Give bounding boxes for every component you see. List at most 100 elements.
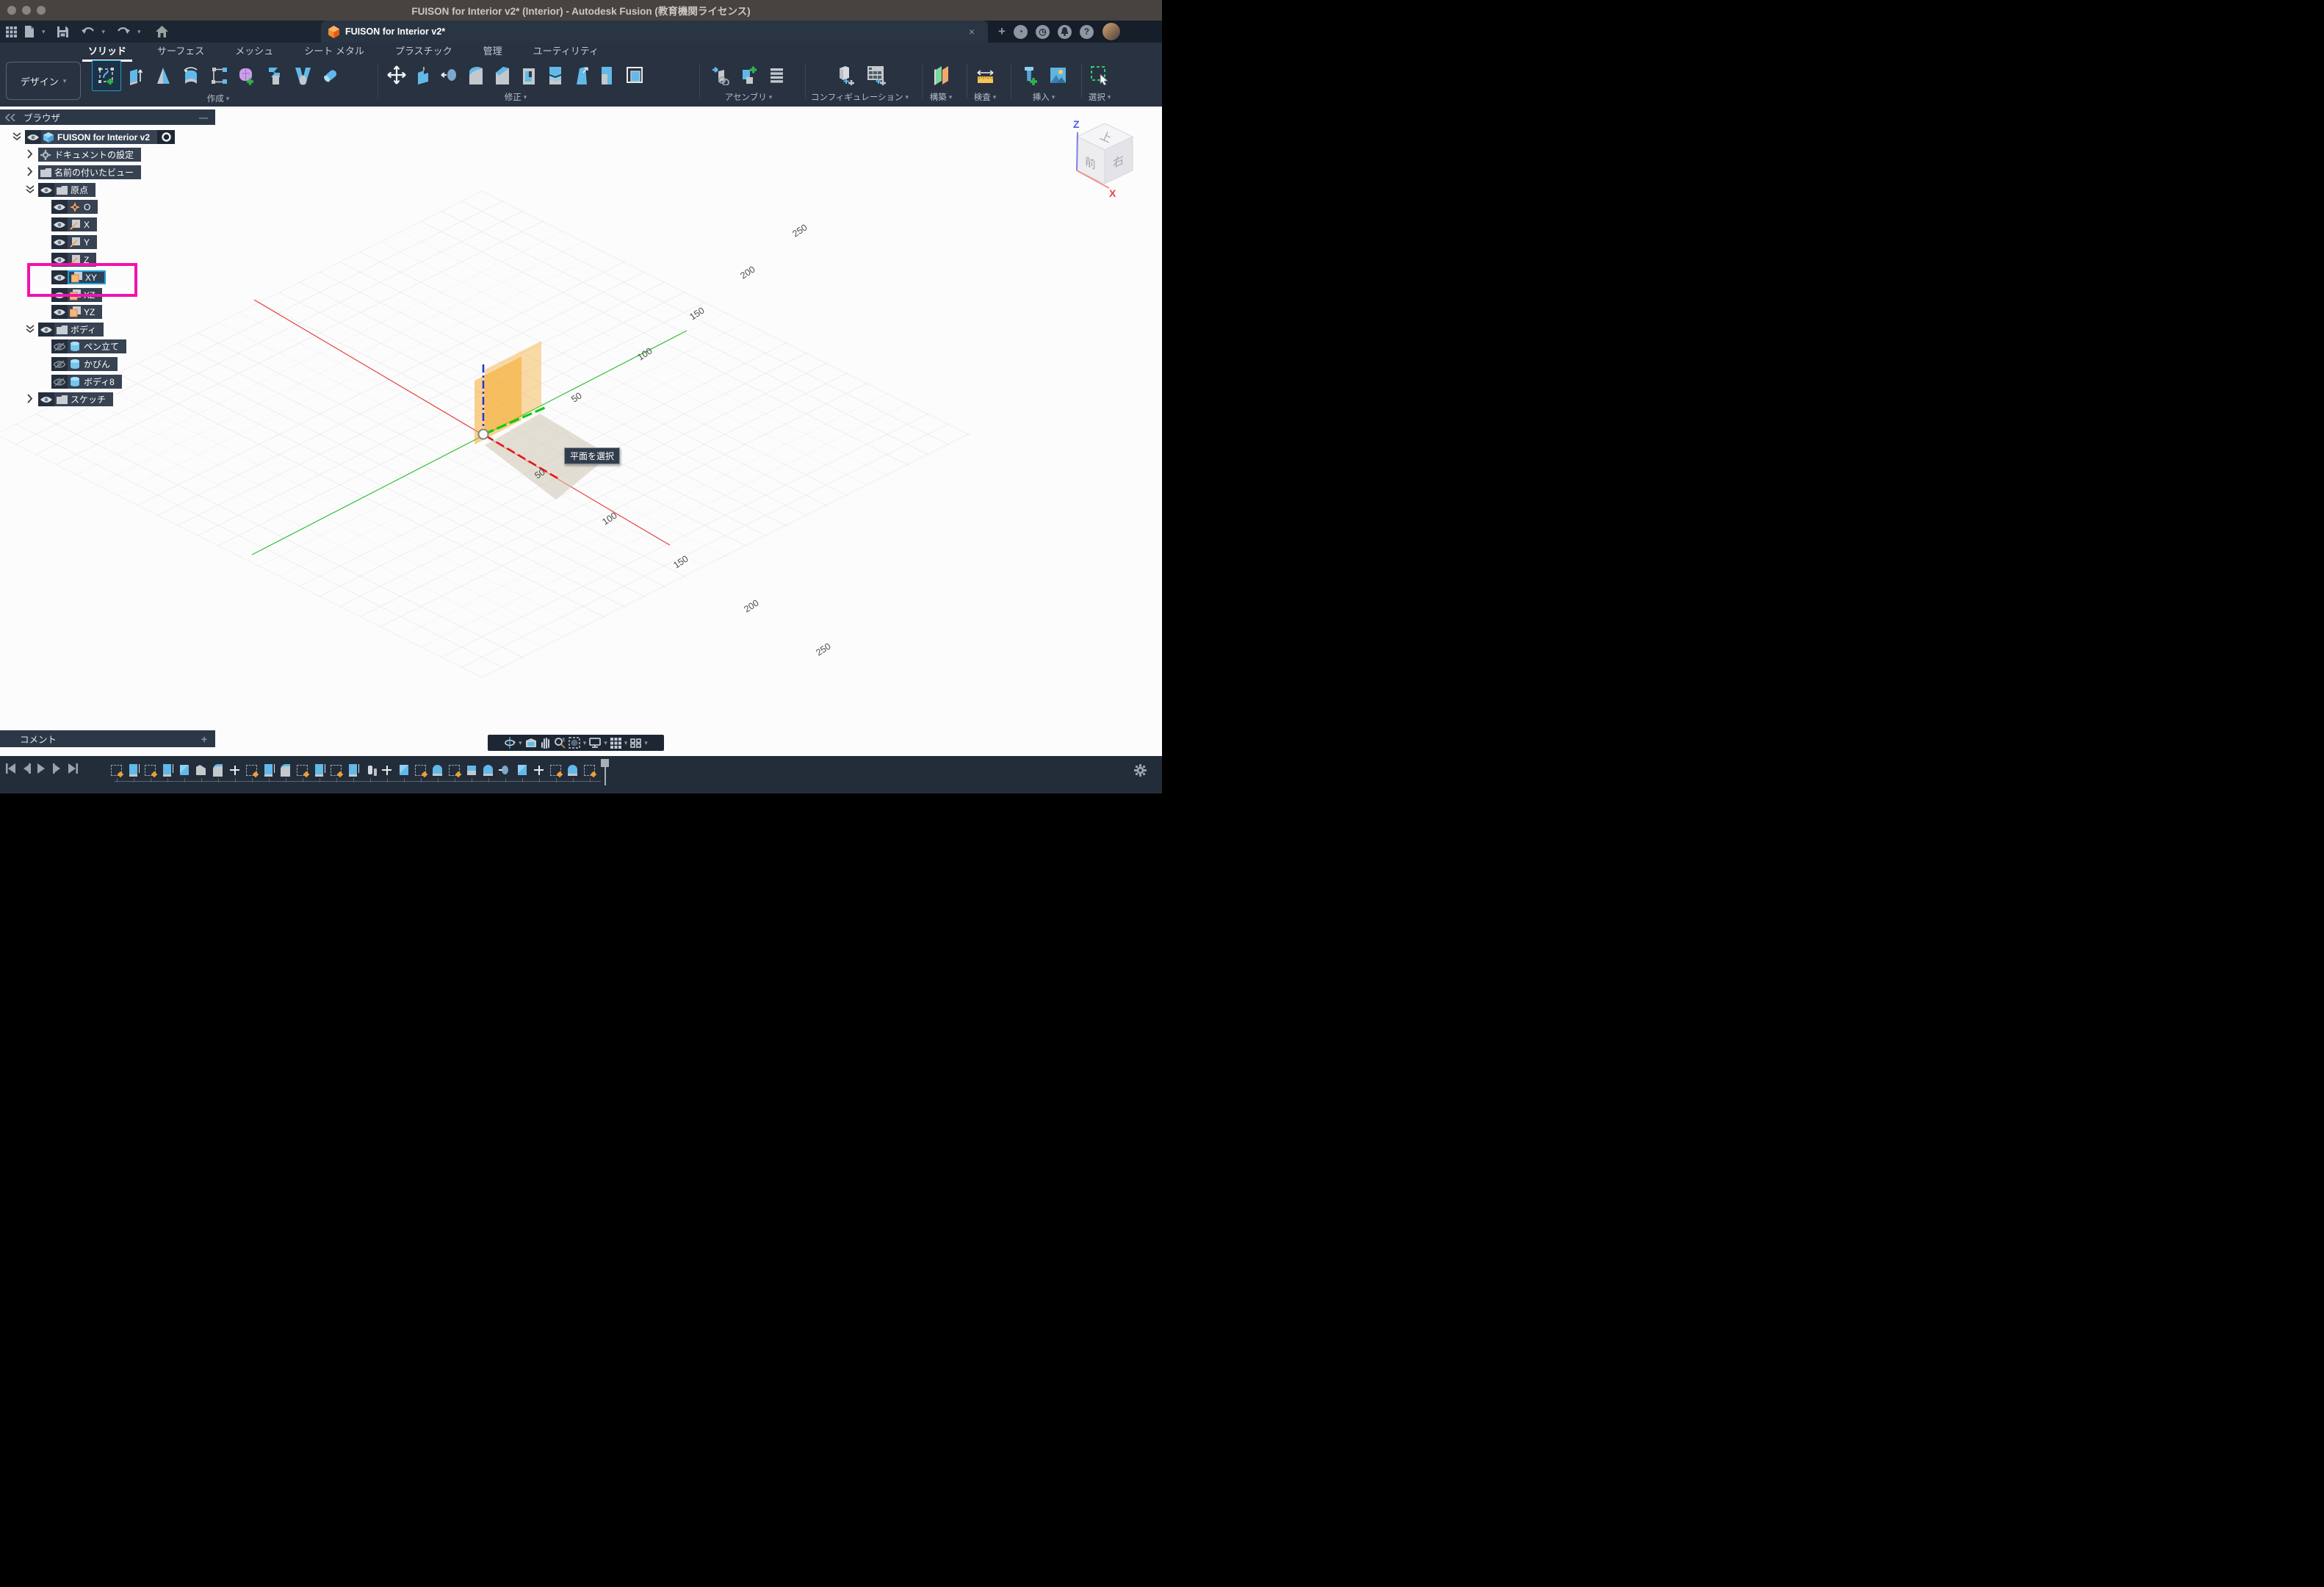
insert-fastener-button[interactable] xyxy=(1016,60,1044,90)
tree-row-label[interactable]: FUISON for Interior v2 xyxy=(56,132,157,143)
tree-row-ドキュメントの設定[interactable]: ドキュメントの設定 xyxy=(38,148,141,162)
tree-row-label[interactable]: ボディ8 xyxy=(82,375,122,388)
origin-point[interactable] xyxy=(479,430,488,439)
play-icon[interactable] xyxy=(37,763,46,774)
timeline-feature-move-icon[interactable] xyxy=(533,763,545,777)
timeline-feature-fillet-icon[interactable] xyxy=(279,763,292,777)
timeline-playhead[interactable] xyxy=(601,759,609,785)
eye-visible-icon[interactable] xyxy=(38,183,54,197)
avatar[interactable] xyxy=(1102,22,1121,41)
display-settings-icon[interactable] xyxy=(589,738,601,748)
undo-icon[interactable] xyxy=(82,26,95,37)
group-assemble-dropdown[interactable]: アセンブリ▾ xyxy=(725,91,772,103)
tree-row-label[interactable]: ペン立て xyxy=(82,340,126,353)
chevron-right-icon[interactable] xyxy=(26,394,35,404)
timeline-feature-fillet-icon[interactable] xyxy=(212,763,224,777)
timeline-feature-revolve-icon[interactable] xyxy=(482,763,494,777)
chevron-right-icon[interactable] xyxy=(26,167,35,177)
group-configure-dropdown[interactable]: コンフィギュレーション▾ xyxy=(811,91,909,103)
press-pull-button[interactable] xyxy=(410,60,436,90)
group-select-dropdown[interactable]: 選択▾ xyxy=(1089,91,1111,103)
file-new-icon[interactable] xyxy=(24,26,35,37)
timeline-settings-gear-icon[interactable] xyxy=(1134,764,1147,777)
tree-row-Y[interactable]: Y xyxy=(51,235,97,249)
create-sketch-button[interactable] xyxy=(92,60,121,91)
construction-plane-button[interactable] xyxy=(927,60,955,90)
close-tab-icon[interactable]: × xyxy=(969,26,975,37)
configuration-table-button[interactable] xyxy=(860,60,891,90)
save-icon[interactable] xyxy=(57,26,68,37)
tree-row-label[interactable]: ボディ xyxy=(69,323,104,336)
timeline-feature-sketch-icon[interactable] xyxy=(448,763,461,777)
group-construct-dropdown[interactable]: 構築▾ xyxy=(930,91,953,103)
viewcube[interactable]: Z X 上 前 右 xyxy=(1067,116,1151,198)
zoom-icon[interactable]: ± xyxy=(554,737,566,749)
tree-row-ペン立て[interactable]: ペン立て xyxy=(51,339,126,353)
tree-row-label[interactable]: 名前の付いたビュー xyxy=(53,166,141,179)
move-button[interactable] xyxy=(383,60,410,90)
timeline-feature-combine-icon[interactable] xyxy=(465,763,477,777)
combine-button[interactable] xyxy=(542,60,569,90)
timeline-feature-sketch-icon[interactable] xyxy=(414,763,427,777)
tree-row-label[interactable]: YZ xyxy=(82,307,102,317)
tab-solid[interactable]: ソリッド xyxy=(82,42,132,60)
select-button[interactable] xyxy=(1086,60,1114,90)
tree-row-O[interactable]: O xyxy=(51,200,98,214)
insert-canvas-button[interactable] xyxy=(1044,60,1072,90)
timeline-feature-sketch-icon[interactable] xyxy=(144,763,156,777)
eye-visible-icon[interactable] xyxy=(51,200,68,214)
undo-menu-caret-icon[interactable]: ▾ xyxy=(102,29,106,35)
revolve-button[interactable] xyxy=(149,61,177,90)
add-comment-icon[interactable]: + xyxy=(201,733,207,745)
group-inspect-dropdown[interactable]: 検査▾ xyxy=(974,91,997,103)
timeline-feature-revolve-icon[interactable] xyxy=(431,763,444,777)
tree-row-label[interactable]: O xyxy=(82,202,98,212)
tab-surface[interactable]: サーフェス xyxy=(151,42,210,60)
loft-button[interactable] xyxy=(261,61,289,90)
eye-visible-icon[interactable] xyxy=(51,235,68,249)
notifications-icon[interactable] xyxy=(1058,25,1072,39)
redo-menu-caret-icon[interactable]: ▾ xyxy=(137,29,141,35)
split-body-button[interactable] xyxy=(621,60,648,90)
insert-into-design-button[interactable] xyxy=(707,60,735,90)
fillet-button[interactable] xyxy=(463,60,489,90)
orbit-menu-caret-icon[interactable]: ▾ xyxy=(519,740,522,746)
tree-row-X[interactable]: X xyxy=(51,217,97,231)
tree-row-label[interactable]: スケッチ xyxy=(69,393,113,406)
extrude-button[interactable] xyxy=(121,61,149,90)
activate-component-icon[interactable] xyxy=(157,130,175,144)
minimize-panel-icon[interactable]: — xyxy=(199,112,208,123)
timeline-feature-move-icon[interactable] xyxy=(380,763,393,777)
eye-hidden-icon[interactable] xyxy=(51,375,68,389)
group-create-dropdown[interactable]: 作成▾ xyxy=(207,93,230,104)
rib-button[interactable] xyxy=(205,61,233,90)
timeline-feature-revolve-icon[interactable] xyxy=(566,763,579,777)
chevron-right-icon[interactable] xyxy=(26,149,35,159)
timeline-feature-sketch-icon[interactable] xyxy=(110,763,123,777)
tree-row-label[interactable]: ドキュメントの設定 xyxy=(53,148,141,161)
tree-row-名前の付いたビュー[interactable]: 名前の付いたビュー xyxy=(38,165,141,179)
fit-menu-caret-icon[interactable]: ▾ xyxy=(583,740,587,746)
timeline-feature-sketch-icon[interactable] xyxy=(296,763,308,777)
create-form-button[interactable] xyxy=(233,61,261,90)
bom-table-button[interactable] xyxy=(762,60,790,90)
grid-menu-caret-icon[interactable]: ▾ xyxy=(624,740,628,746)
tab-mesh[interactable]: メッシュ xyxy=(229,42,279,60)
pipe-button[interactable] xyxy=(317,61,344,90)
replace-face-button[interactable] xyxy=(595,60,621,90)
tab-sheet-metal[interactable]: シート メタル xyxy=(298,42,370,60)
fit-icon[interactable] xyxy=(569,737,580,749)
chamfer-button[interactable] xyxy=(489,60,516,90)
help-icon[interactable]: ? xyxy=(1080,25,1094,39)
offset-face-button[interactable] xyxy=(436,60,463,90)
tab-plastic[interactable]: プラスチック xyxy=(389,42,458,60)
pan-icon[interactable] xyxy=(540,737,551,749)
step-forward-icon[interactable] xyxy=(53,763,62,774)
tab-manage[interactable]: 管理 xyxy=(477,42,508,60)
collapse-panel-icon[interactable] xyxy=(5,114,15,121)
timeline-feature-sketch-icon[interactable] xyxy=(583,763,596,777)
timeline-feature-sketch-icon[interactable] xyxy=(245,763,258,777)
eye-visible-icon[interactable] xyxy=(25,130,41,144)
viewport-3d[interactable] xyxy=(0,107,1162,756)
step-back-icon[interactable] xyxy=(22,763,31,774)
